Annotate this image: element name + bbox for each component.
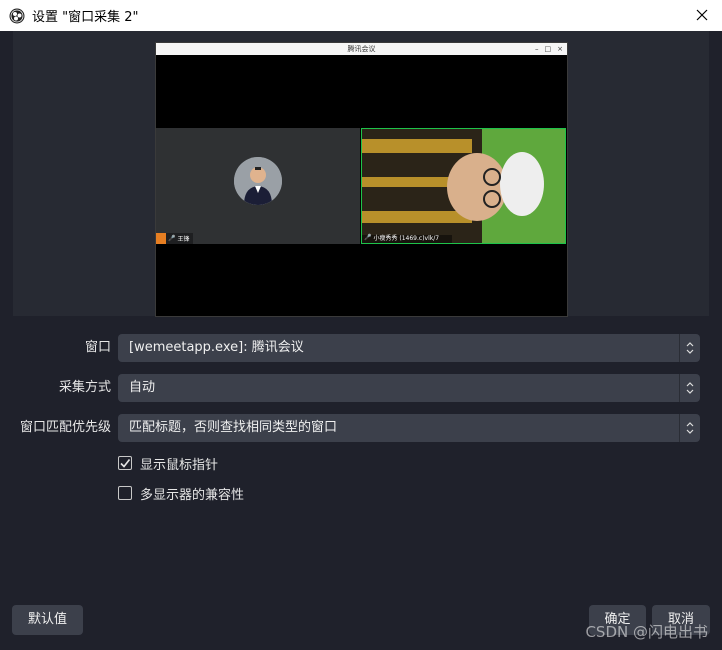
participant-name-tag: 🎤 王锋 bbox=[156, 233, 193, 244]
window-row: 窗口 [wemeetapp.exe]: 腾讯会议 bbox=[0, 334, 722, 362]
show-cursor-label: 显示鼠标指针 bbox=[140, 457, 219, 473]
maximize-icon: □ bbox=[544, 45, 552, 53]
host-badge-icon bbox=[156, 233, 166, 244]
multi-display-checkbox[interactable] bbox=[118, 486, 132, 500]
show-cursor-option[interactable]: 显示鼠标指针 bbox=[118, 454, 219, 473]
window-select-value: [wemeetapp.exe]: 腾讯会议 bbox=[129, 340, 304, 355]
capture-method-row: 采集方式 自动 bbox=[0, 374, 722, 402]
captured-window-controls: – □ × bbox=[535, 43, 563, 55]
match-priority-label: 窗口匹配优先级 bbox=[19, 420, 111, 435]
select-arrows-icon[interactable] bbox=[679, 414, 700, 442]
defaults-button[interactable]: 默认值 bbox=[12, 605, 83, 635]
window-label: 窗口 bbox=[84, 340, 111, 355]
window-select[interactable]: [wemeetapp.exe]: 腾讯会议 bbox=[118, 334, 700, 362]
close-icon bbox=[696, 9, 708, 21]
participant-name: 小瘦秀秀 (1469.c)vlk/7 bbox=[373, 235, 440, 242]
match-priority-row: 窗口匹配优先级 匹配标题，否则查找相同类型的窗口 bbox=[0, 414, 722, 442]
mic-icon: 🎤 bbox=[364, 234, 372, 241]
select-arrows-icon[interactable] bbox=[679, 374, 700, 402]
participant-video bbox=[362, 129, 565, 243]
obs-logo-icon bbox=[9, 8, 25, 23]
show-cursor-checkbox[interactable] bbox=[118, 456, 132, 470]
select-arrows-icon[interactable] bbox=[679, 334, 700, 362]
close-button[interactable] bbox=[690, 4, 714, 26]
preview-area: 腾讯会议 – □ × 🎤 王锋 🎤 小瘦秀秀 (1469.c)vlk/7 bbox=[13, 31, 709, 317]
capture-method-select[interactable]: 自动 bbox=[118, 374, 700, 402]
minimize-icon: – bbox=[535, 45, 539, 53]
participant-name: 王锋 bbox=[177, 236, 190, 243]
window-title: 设置 "窗口采集 2" bbox=[32, 10, 139, 25]
checkmark-icon bbox=[120, 459, 131, 468]
watermark: CSDN @闪电出书 bbox=[585, 623, 708, 641]
participant-tile-left: 🎤 王锋 bbox=[156, 128, 360, 244]
captured-window-title: 腾讯会议 bbox=[347, 45, 376, 53]
match-priority-value: 匹配标题，否则查找相同类型的窗口 bbox=[129, 420, 338, 435]
title-bar: 设置 "窗口采集 2" bbox=[0, 0, 722, 31]
captured-window-titlebar: 腾讯会议 – □ × bbox=[156, 43, 567, 55]
captured-window-preview: 腾讯会议 – □ × 🎤 王锋 🎤 小瘦秀秀 (1469.c)vlk/7 bbox=[155, 42, 568, 317]
capture-method-value: 自动 bbox=[129, 380, 156, 395]
participant-avatar bbox=[234, 157, 282, 205]
mic-icon: 🎤 bbox=[168, 235, 176, 242]
capture-method-label: 采集方式 bbox=[58, 380, 111, 395]
match-priority-select[interactable]: 匹配标题，否则查找相同类型的窗口 bbox=[118, 414, 700, 442]
close-icon: × bbox=[557, 45, 563, 53]
multi-display-option[interactable]: 多显示器的兼容性 bbox=[118, 484, 245, 503]
participant-tile-right: 🎤 小瘦秀秀 (1469.c)vlk/7 bbox=[361, 128, 566, 244]
participant-name-tag: 🎤 小瘦秀秀 (1469.c)vlk/7 bbox=[362, 232, 442, 243]
multi-display-label: 多显示器的兼容性 bbox=[140, 487, 245, 503]
